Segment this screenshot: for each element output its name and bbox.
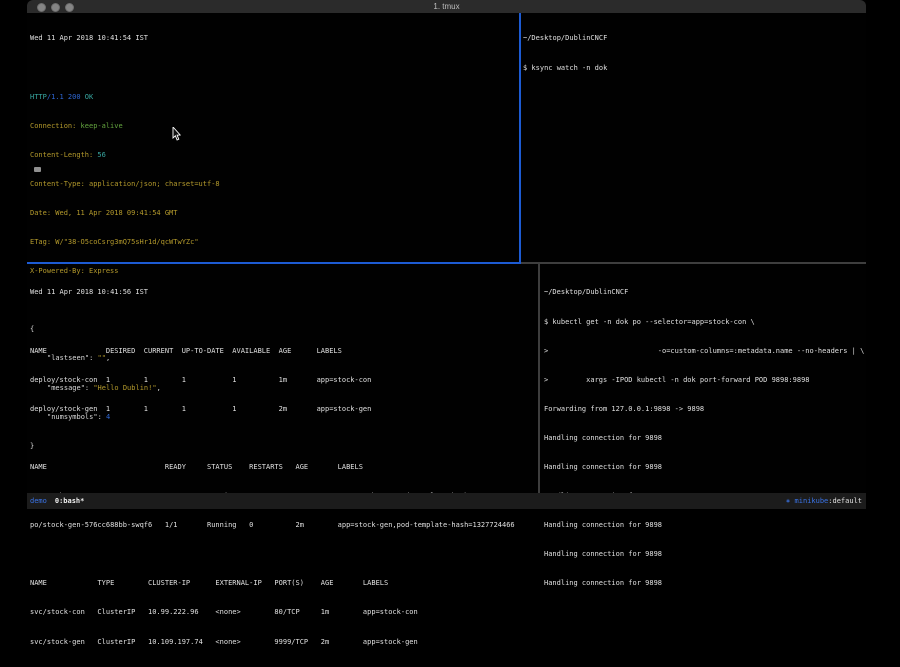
pane-border-horizontal-inactive[interactable] (521, 262, 866, 264)
http-protocol: HTTP (30, 93, 47, 101)
pane3-timestamp: Wed 11 Apr 2018 10:41:56 IST (30, 288, 515, 298)
handling-line: Handling connection for 9898 (544, 579, 864, 589)
handling-line: Handling connection for 9898 (544, 550, 864, 560)
pane2-cwd: ~/Desktop/DublinCNCF (523, 34, 607, 44)
services-header: NAME TYPE CLUSTER-IP EXTERNAL-IP PORT(S)… (30, 579, 515, 589)
http-header-content-type: Content-Type:application/json; charset=u… (30, 180, 220, 190)
pane4-cwd: ~/Desktop/DublinCNCF (544, 288, 864, 298)
pane-kubectl-get[interactable]: Wed 11 Apr 2018 10:41:56 IST NAME DESIRE… (30, 269, 515, 667)
pane4-command: $ kubectl get -n dok po --selector=app=s… (544, 318, 864, 328)
terminal-cursor (34, 167, 41, 172)
pane-border-vertical-top[interactable] (519, 13, 521, 262)
table-row: svc/stock-con ClusterIP 10.99.222.96 <no… (30, 608, 515, 618)
handling-line: Handling connection for 9898 (544, 521, 864, 531)
pane4-command-cont: > -o=custom-columns=:metadata.name --no-… (544, 347, 864, 357)
status-left: demo 0:bash* (27, 493, 84, 509)
titlebar: 1. tmux (27, 0, 866, 13)
http-header-date: Date:Wed, 11 Apr 2018 09:41:54 GMT (30, 209, 220, 219)
http-header-connection: Connection:keep-alive (30, 122, 220, 132)
pane2-command: $ ksync watch -n dok (523, 64, 607, 74)
window-controls (37, 3, 74, 12)
pane1-timestamp: Wed 11 Apr 2018 10:41:54 IST (30, 34, 220, 44)
pane-border-vertical-bottom[interactable] (538, 264, 540, 493)
pods-header: NAME READY STATUS RESTARTS AGE LABELS (30, 463, 515, 473)
table-row: deploy/stock-con 1 1 1 1 1m app=stock-co… (30, 376, 515, 386)
terminal-window: 1. tmux Wed 11 Apr 2018 10:41:54 IST HTT… (27, 0, 866, 509)
http-status-line: HTTP/1.1 200OK (30, 93, 220, 103)
close-button[interactable] (37, 3, 46, 12)
handling-line: Handling connection for 9898 (544, 434, 864, 444)
window-list-item[interactable]: 0:bash* (55, 497, 85, 505)
session-name: demo (30, 497, 47, 505)
mouse-pointer-icon (172, 127, 181, 141)
zoom-button[interactable] (65, 3, 74, 12)
table-row: svc/stock-gen ClusterIP 10.109.197.74 <n… (30, 638, 515, 648)
pane4-command-cont: > xargs -IPOD kubectl -n dok port-forwar… (544, 376, 864, 386)
http-version-status: /1.1 200 (47, 93, 81, 101)
kube-context: minikube (790, 497, 828, 505)
deployments-header: NAME DESIRED CURRENT UP-TO-DATE AVAILABL… (30, 347, 515, 357)
http-reason: OK (81, 93, 94, 101)
pane-ksync[interactable]: ~/Desktop/DublinCNCF $ ksync watch -n do… (523, 15, 607, 93)
tmux-status-bar: demo 0:bash* ⎈ minikube:default (27, 493, 866, 509)
forwarding-line: Forwarding from 127.0.0.1:9898 -> 9898 (544, 405, 864, 415)
status-right: ⎈ minikube:default (786, 493, 866, 509)
http-header-etag: ETag:W/"38-O5coCsrg3mQ75sHr1d/qcWTwYZc" (30, 238, 220, 248)
handling-line: Handling connection for 9898 (544, 463, 864, 473)
kube-namespace: :default (828, 497, 862, 505)
minimize-button[interactable] (51, 3, 60, 12)
table-row: deploy/stock-gen 1 1 1 1 2m app=stock-ge… (30, 405, 515, 415)
pane-port-forward[interactable]: ~/Desktop/DublinCNCF $ kubectl get -n do… (544, 269, 864, 608)
table-row: po/stock-gen-576cc688bb-swqf6 1/1 Runnin… (30, 521, 515, 531)
http-header-content-length: Content-Length:56 (30, 151, 220, 161)
window-title: 1. tmux (27, 0, 866, 13)
